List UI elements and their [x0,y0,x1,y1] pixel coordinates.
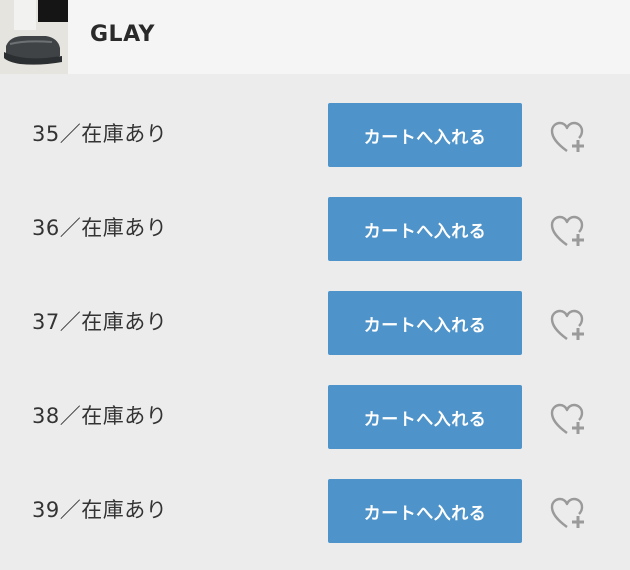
size-row: 37／在庫あり カートへ入れる [0,262,630,356]
size-list: 35／在庫あり カートへ入れる 36／在庫あり カートへ入れる 37／在庫あり … [0,74,630,544]
size-row: 38／在庫あり カートへ入れる [0,356,630,450]
heart-plus-icon[interactable] [548,494,592,534]
heart-plus-icon[interactable] [548,306,592,346]
heart-plus-icon[interactable] [548,118,592,158]
size-row: 35／在庫あり カートへ入れる [0,74,630,168]
color-name: GLAY [90,22,155,47]
size-stock-label: 37／在庫あり [32,310,168,334]
add-to-cart-button[interactable]: カートへ入れる [328,291,522,355]
add-to-cart-button[interactable]: カートへ入れる [328,103,522,167]
size-stock-label: 38／在庫あり [32,404,168,428]
color-header: GLAY [0,0,630,74]
heart-plus-icon[interactable] [548,212,592,252]
add-to-cart-button[interactable]: カートへ入れる [328,385,522,449]
size-stock-label: 36／在庫あり [32,216,168,240]
size-row: 36／在庫あり カートへ入れる [0,168,630,262]
add-to-cart-button[interactable]: カートへ入れる [328,479,522,543]
add-to-cart-button[interactable]: カートへ入れる [328,197,522,261]
size-stock-label: 39／在庫あり [32,498,168,522]
heart-plus-icon[interactable] [548,400,592,440]
product-thumbnail[interactable] [0,0,68,74]
size-stock-label: 35／在庫あり [32,122,168,146]
size-row: 39／在庫あり カートへ入れる [0,450,630,544]
